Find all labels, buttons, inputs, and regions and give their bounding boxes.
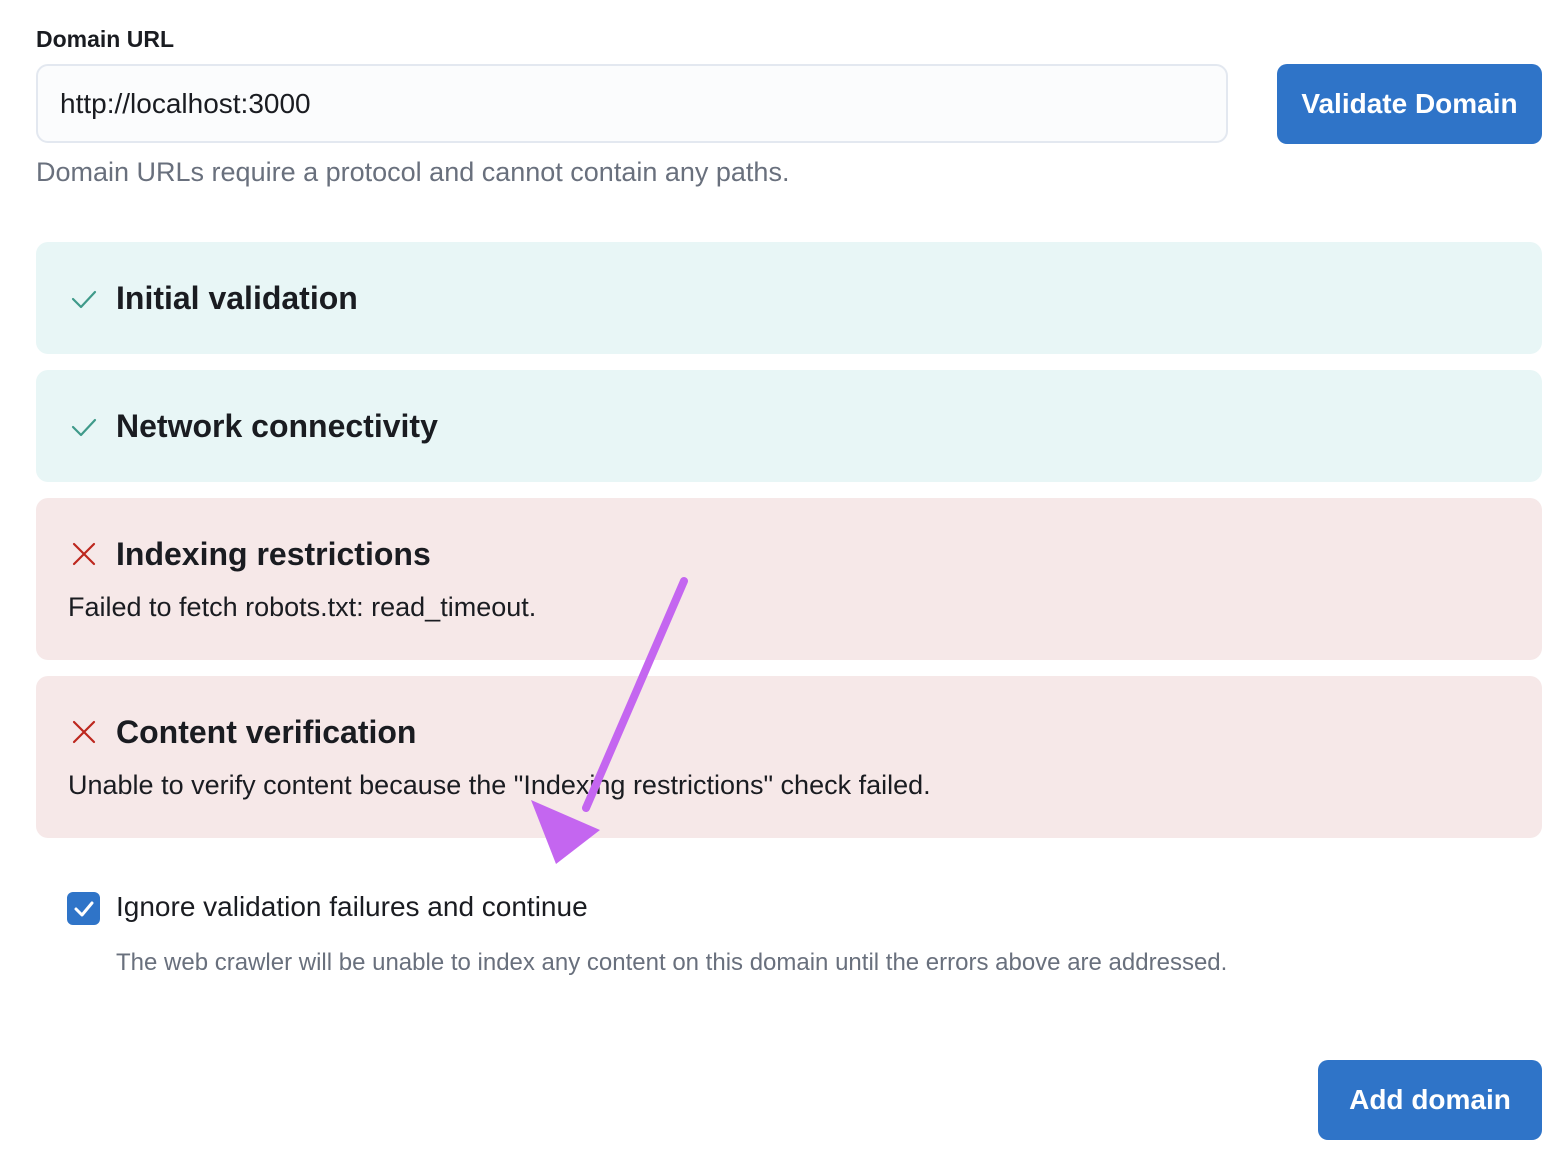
validate-domain-button[interactable]: Validate Domain — [1277, 64, 1542, 144]
domain-url-label: Domain URL — [36, 26, 174, 52]
check-indexing-restrictions: Indexing restrictions Failed to fetch ro… — [36, 498, 1542, 660]
check-title: Indexing restrictions — [116, 536, 431, 572]
check-title: Initial validation — [116, 280, 358, 316]
check-network-connectivity: Network connectivity — [36, 370, 1542, 482]
add-domain-form: Domain URL Validate Domain Domain URLs r… — [0, 0, 1562, 1170]
checkmark-icon — [74, 901, 94, 917]
domain-url-help-text: Domain URLs require a protocol and canno… — [36, 157, 790, 187]
domain-url-input[interactable] — [36, 64, 1228, 143]
check-initial-validation: Initial validation — [36, 242, 1542, 354]
ignore-failures-checkbox[interactable] — [67, 892, 100, 925]
check-title: Network connectivity — [116, 408, 438, 444]
cross-icon — [72, 720, 96, 744]
check-icon — [71, 290, 97, 309]
ignore-failures-help: The web crawler will be unable to index … — [116, 949, 1228, 976]
check-title: Content verification — [116, 714, 417, 750]
check-message: Failed to fetch robots.txt: read_timeout… — [68, 592, 537, 622]
add-domain-button[interactable]: Add domain — [1318, 1060, 1542, 1140]
cross-icon — [72, 542, 96, 566]
check-content-verification: Content verification Unable to verify co… — [36, 676, 1542, 838]
check-icon — [71, 418, 97, 437]
check-message: Unable to verify content because the "In… — [68, 770, 931, 800]
ignore-failures-label[interactable]: Ignore validation failures and continue — [116, 891, 588, 923]
